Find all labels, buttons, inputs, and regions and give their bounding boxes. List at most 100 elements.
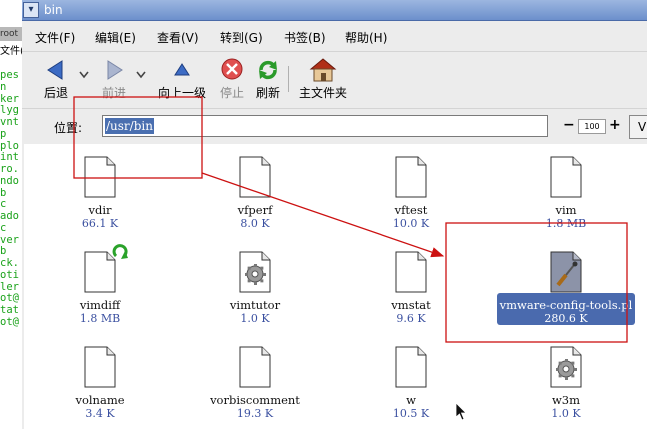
file-item[interactable]: vfperf 8.0 K bbox=[180, 156, 330, 230]
background-terminal: root 文件(F pesnkerlygvntpplointro.ndobcad… bbox=[0, 0, 22, 429]
forward-history-dropdown[interactable] bbox=[134, 68, 148, 85]
file-size: 1.8 MB bbox=[79, 312, 121, 325]
up-arrow-icon bbox=[168, 58, 196, 82]
view-as-button[interactable]: V bbox=[629, 115, 647, 139]
window-menu-button[interactable]: ▾ bbox=[23, 2, 39, 18]
menu-file[interactable]: 文件(F) bbox=[35, 30, 75, 46]
stop-button[interactable]: 停止 bbox=[215, 58, 249, 100]
doc-icon bbox=[395, 251, 427, 293]
menu-edit[interactable]: 编辑(E) bbox=[95, 30, 136, 46]
terminal-line: n bbox=[0, 80, 7, 93]
terminal-title: root bbox=[0, 27, 22, 41]
terminal-line: c bbox=[0, 221, 7, 234]
gear-doc-icon bbox=[550, 346, 582, 388]
selection-highlight: vmware-config-tools.pl 280.6 K bbox=[496, 293, 636, 325]
chevron-down-icon bbox=[79, 71, 89, 79]
home-icon bbox=[309, 58, 337, 82]
file-item[interactable]: vim 1.8 MB bbox=[491, 156, 641, 230]
location-value: /usr/bin bbox=[105, 118, 154, 134]
forward-button[interactable]: 前进 bbox=[98, 58, 130, 100]
location-label: 位置: bbox=[54, 121, 83, 135]
doc-icon bbox=[395, 156, 427, 198]
window-title: bin bbox=[44, 3, 63, 17]
file-item[interactable]: vmstat 9.6 K bbox=[336, 251, 486, 325]
terminal-line: pes bbox=[0, 70, 19, 81]
file-name: w bbox=[406, 393, 416, 407]
file-size: 1.0 K bbox=[551, 407, 581, 420]
file-name: vmstat bbox=[391, 298, 431, 312]
file-name: w3m bbox=[551, 393, 581, 407]
location-input[interactable]: /usr/bin bbox=[102, 115, 548, 137]
file-item[interactable]: vmware-config-tools.pl 280.6 K bbox=[491, 251, 641, 326]
menu-help[interactable]: 帮助(H) bbox=[345, 30, 387, 46]
back-history-dropdown[interactable] bbox=[77, 68, 91, 85]
file-size: 1.0 K bbox=[240, 312, 270, 325]
menu-view[interactable]: 查看(V) bbox=[157, 30, 199, 46]
reload-button[interactable]: 刷新 bbox=[251, 58, 285, 100]
back-button[interactable]: 后退 bbox=[40, 58, 72, 100]
terminal-line: vnt bbox=[0, 116, 19, 128]
title-bar: ▾ bin bbox=[22, 0, 647, 21]
file-name: vim bbox=[555, 203, 577, 217]
file-name: vimtutor bbox=[229, 298, 281, 312]
file-size: 8.0 K bbox=[240, 217, 270, 230]
zoom-in-button[interactable]: + bbox=[609, 118, 621, 132]
script-doc-icon bbox=[550, 251, 582, 293]
file-item[interactable]: vdir 66.1 K bbox=[25, 156, 175, 230]
terminal-menu: 文件(F bbox=[0, 46, 22, 57]
file-size: 10.5 K bbox=[392, 407, 430, 420]
menu-bookmarks[interactable]: 书签(B) bbox=[284, 30, 326, 46]
terminal-output: pes n ker lyg vnt p plo int ro. ndo b c ado c ver b ck. o… bbox=[0, 70, 22, 329]
file-name: vmware-config-tools.pl bbox=[499, 298, 633, 312]
file-name: vdir bbox=[88, 203, 112, 217]
file-item[interactable]: w3m 1.0 K bbox=[491, 346, 641, 420]
zoom-level: 100 bbox=[578, 119, 606, 134]
file-size: 19.3 K bbox=[236, 407, 274, 420]
file-size: 3.4 K bbox=[85, 407, 115, 420]
file-name: vftest bbox=[394, 203, 428, 217]
file-size: 9.6 K bbox=[396, 312, 426, 325]
file-item[interactable]: vftest 10.0 K bbox=[336, 156, 486, 230]
doc-icon bbox=[550, 156, 582, 198]
up-button[interactable]: 向上一级 bbox=[154, 58, 210, 100]
file-item[interactable]: volname 3.4 K bbox=[25, 346, 175, 420]
reload-icon bbox=[254, 58, 282, 82]
file-name: vfperf bbox=[237, 203, 273, 217]
file-size: 10.0 K bbox=[392, 217, 430, 230]
file-icon-view: vdir 66.1 Kvfperf 8.0 Kvftest 10.0 Kvim 1.8 … bbox=[24, 144, 647, 429]
file-item[interactable]: vimtutor 1.0 K bbox=[180, 251, 330, 325]
terminal-line: ado bbox=[0, 210, 19, 222]
doc-icon bbox=[239, 156, 271, 198]
doc-icon bbox=[239, 346, 271, 388]
stop-icon bbox=[218, 58, 246, 82]
toolbar-separator bbox=[288, 66, 289, 92]
terminal-line: p bbox=[0, 127, 7, 140]
file-name: vorbiscomment bbox=[210, 393, 300, 407]
doc-icon bbox=[84, 346, 116, 388]
zoom-out-button[interactable]: − bbox=[563, 118, 575, 132]
menu-bar: 文件(F) 编辑(E) 查看(V) 转到(G) 书签(B) 帮助(H) bbox=[22, 27, 647, 49]
chevron-down-icon bbox=[136, 71, 146, 79]
file-size: 1.8 MB bbox=[545, 217, 587, 230]
terminal-line: ck. bbox=[0, 257, 19, 269]
terminal-line: ndo bbox=[0, 174, 19, 187]
toolbar: 后退 前进 向上一级 停止 刷新 主文件夹 bbox=[22, 51, 647, 108]
gear-doc-icon bbox=[239, 251, 271, 293]
terminal-line: tat bbox=[0, 304, 19, 316]
home-button[interactable]: 主文件夹 bbox=[295, 58, 351, 100]
doc-icon bbox=[84, 156, 116, 198]
symlink-doc-icon bbox=[84, 244, 128, 293]
terminal-line: ro. bbox=[0, 163, 19, 175]
location-bar: 位置: /usr/bin − 100 + V bbox=[22, 108, 647, 145]
forward-arrow-icon bbox=[100, 58, 128, 82]
file-size: 280.6 K bbox=[544, 312, 588, 325]
file-name: volname bbox=[75, 393, 125, 407]
menu-go[interactable]: 转到(G) bbox=[220, 30, 263, 46]
terminal-line: oti bbox=[0, 268, 19, 281]
file-item[interactable]: vimdiff 1.8 MB bbox=[25, 244, 175, 325]
symlink-arrow-icon bbox=[112, 244, 128, 259]
file-item[interactable]: w 10.5 K bbox=[336, 346, 486, 420]
file-name: vimdiff bbox=[79, 298, 121, 312]
file-browser-window: ▾ bin 文件(F) 编辑(E) 查看(V) 转到(G) 书签(B) 帮助(H… bbox=[22, 0, 647, 429]
file-item[interactable]: vorbiscomment 19.3 K bbox=[180, 346, 330, 420]
